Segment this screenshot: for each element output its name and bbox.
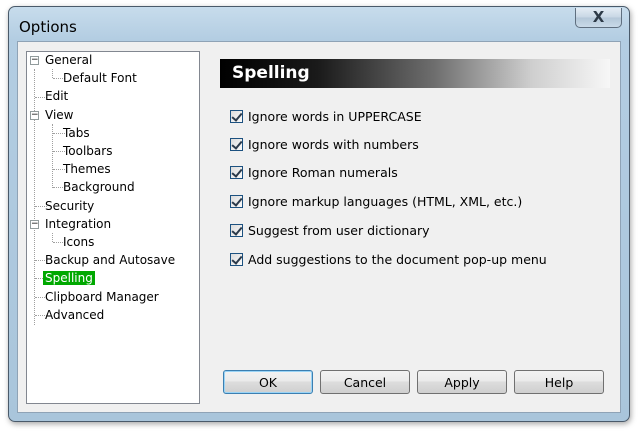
- checkmark-icon[interactable]: [230, 252, 243, 266]
- tree-item-label: View: [45, 108, 74, 122]
- tree-item-label: Toolbars: [63, 144, 113, 158]
- tree-item-default-font[interactable]: Default Font: [61, 70, 139, 87]
- section-title: Spelling: [232, 63, 310, 83]
- tree-item-label: Clipboard Manager: [45, 290, 159, 304]
- tree-item-clipboard-manager[interactable]: Clipboard Manager: [43, 289, 161, 306]
- tree-item-spelling[interactable]: Spelling: [43, 270, 95, 287]
- apply-button[interactable]: Apply: [417, 370, 507, 394]
- option-label: Ignore words with numbers: [248, 136, 419, 152]
- tree-item-label: Themes: [63, 162, 111, 176]
- options-dialog: Options X − − − General Default Font Edi…: [8, 6, 630, 422]
- option-label: Ignore words in UPPERCASE: [248, 108, 422, 124]
- tree-item-label: Backup and Autosave: [45, 253, 176, 267]
- option-ignore-uppercase[interactable]: Ignore words in UPPERCASE: [230, 108, 422, 124]
- tree-branch-line-general: [52, 69, 53, 78]
- minus-icon[interactable]: −: [30, 111, 39, 120]
- dialog-client-area: − − − General Default Font Edit View Tab…: [17, 41, 621, 413]
- tree-item-themes[interactable]: Themes: [61, 161, 113, 178]
- option-label: Suggest from user dictionary: [248, 222, 430, 238]
- ok-button[interactable]: OK: [223, 370, 313, 394]
- tree-item-label: General: [45, 53, 93, 67]
- options-tree[interactable]: − − − General Default Font Edit View Tab…: [26, 51, 200, 404]
- option-label: Ignore markup languages (HTML, XML, etc.…: [248, 193, 523, 209]
- title-bar[interactable]: Options X: [9, 7, 629, 39]
- checkmark-icon[interactable]: [230, 137, 243, 151]
- tree-branch-line-integration: [52, 233, 53, 242]
- checkmark-icon[interactable]: [230, 109, 243, 123]
- tree-item-background[interactable]: Background: [61, 179, 137, 196]
- tree-item-advanced[interactable]: Advanced: [43, 307, 106, 324]
- option-ignore-numbers[interactable]: Ignore words with numbers: [230, 136, 419, 152]
- tree-item-label: Icons: [63, 235, 95, 249]
- close-icon: X: [592, 8, 605, 26]
- tree-item-icons[interactable]: Icons: [61, 234, 96, 251]
- tree-item-backup-and-autosave[interactable]: Backup and Autosave: [43, 252, 177, 269]
- minus-icon[interactable]: −: [30, 220, 39, 229]
- tree-item-tabs[interactable]: Tabs: [61, 125, 92, 142]
- tree-item-label: Spelling: [43, 271, 95, 285]
- option-ignore-roman-numerals[interactable]: Ignore Roman numerals: [230, 164, 398, 180]
- section-header: Spelling: [220, 59, 610, 88]
- window-title: Options: [19, 18, 77, 36]
- close-button[interactable]: X: [575, 8, 622, 28]
- tree-item-label: Advanced: [45, 308, 105, 322]
- tree-item-general[interactable]: General: [43, 52, 94, 69]
- option-ignore-markup[interactable]: Ignore markup languages (HTML, XML, etc.…: [230, 193, 522, 209]
- tree-item-label: Integration: [45, 217, 112, 231]
- tree-item-view[interactable]: View: [43, 107, 75, 124]
- option-suggest-user-dictionary[interactable]: Suggest from user dictionary: [230, 222, 430, 238]
- checkmark-icon[interactable]: [230, 194, 243, 208]
- checkmark-icon[interactable]: [230, 165, 243, 179]
- option-add-suggestions-popup[interactable]: Add suggestions to the document pop-up m…: [230, 251, 547, 267]
- tree-item-label: Background: [63, 180, 135, 194]
- help-button[interactable]: Help: [514, 370, 604, 394]
- tree-item-label: Tabs: [63, 126, 90, 140]
- tree-item-label: Edit: [45, 89, 69, 103]
- tree-item-edit[interactable]: Edit: [43, 88, 70, 105]
- option-label: Add suggestions to the document pop-up m…: [248, 251, 547, 267]
- tree-item-label: Security: [45, 199, 95, 213]
- minus-icon[interactable]: −: [30, 56, 39, 65]
- tree-root-line: [34, 69, 35, 325]
- tree-item-security[interactable]: Security: [43, 198, 96, 215]
- tree-item-toolbars[interactable]: Toolbars: [61, 143, 114, 160]
- cancel-button[interactable]: Cancel: [320, 370, 410, 394]
- tree-item-integration[interactable]: Integration: [43, 216, 113, 233]
- tree-item-label: Default Font: [63, 71, 137, 85]
- checkmark-icon[interactable]: [230, 223, 243, 237]
- option-label: Ignore Roman numerals: [248, 164, 398, 180]
